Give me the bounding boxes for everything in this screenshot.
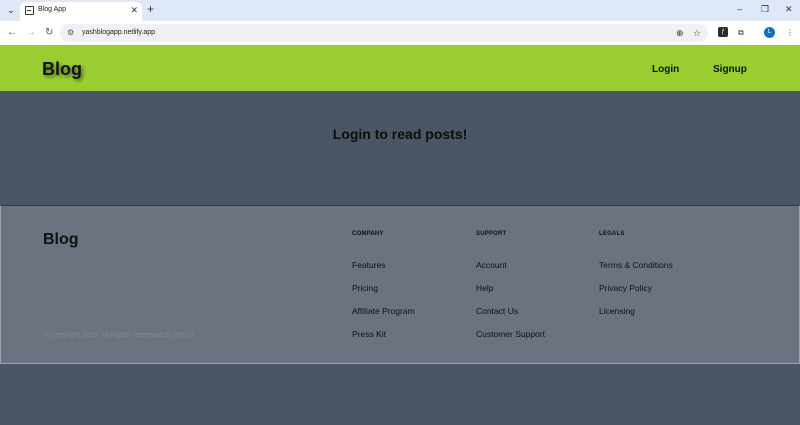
tab-search-icon[interactable]: ⌄ bbox=[4, 3, 18, 17]
main-content: Login to read posts! bbox=[0, 91, 800, 205]
back-icon[interactable]: ← bbox=[7, 26, 17, 40]
footer-link-pricing[interactable]: Pricing bbox=[352, 282, 482, 305]
footer-link-press-kit[interactable]: Press Kit bbox=[352, 328, 482, 351]
extension-icon[interactable]: ƒ bbox=[718, 27, 728, 37]
login-prompt: Login to read posts! bbox=[332, 126, 468, 142]
close-tab-icon[interactable]: ✕ bbox=[130, 5, 138, 15]
footer-link-help[interactable]: Help bbox=[476, 282, 606, 305]
footer-link-features[interactable]: Features bbox=[352, 259, 482, 282]
tab-title: Blog App bbox=[38, 6, 67, 13]
new-tab-icon[interactable]: + bbox=[147, 2, 154, 17]
minimize-icon[interactable]: – bbox=[737, 3, 742, 15]
extensions-puzzle-icon[interactable]: ⧉ bbox=[738, 27, 744, 39]
bookmark-star-icon[interactable]: ☆ bbox=[693, 27, 701, 39]
column-heading: LEGALS bbox=[599, 231, 625, 237]
column-heading: COMPANY bbox=[352, 231, 384, 237]
browser-toolbar: ← → ↻ ⚙ yashblogapp.netlify.app ⊕ ☆ bbox=[0, 21, 800, 45]
footer-link-privacy-policy[interactable]: Privacy Policy bbox=[599, 282, 729, 305]
browser-menu-icon[interactable]: ⋮ bbox=[786, 27, 794, 39]
footer-link-contact-us[interactable]: Contact Us bbox=[476, 305, 606, 328]
browser-tab-strip: ⌄ Blog App ✕ + – ❐ ✕ bbox=[0, 0, 800, 21]
site-navbar: Blog Login Signup bbox=[0, 45, 800, 91]
footer-link-account[interactable]: Account bbox=[476, 259, 606, 282]
address-bar[interactable]: ⚙ yashblogapp.netlify.app ⊕ ☆ bbox=[60, 24, 708, 42]
footer-logo: Blog bbox=[43, 231, 79, 248]
column-heading: SUPPORT bbox=[476, 231, 507, 237]
footer-column-company: COMPANY Features Pricing Affiliate Progr… bbox=[352, 230, 482, 351]
login-link[interactable]: Login bbox=[652, 64, 679, 76]
site-logo[interactable]: Blog bbox=[42, 59, 82, 79]
zoom-icon[interactable]: ⊕ bbox=[676, 27, 684, 39]
restore-icon[interactable]: ❐ bbox=[761, 3, 769, 15]
favicon-icon bbox=[25, 6, 34, 15]
footer-link-terms[interactable]: Terms & Conditions bbox=[599, 259, 729, 282]
forward-icon[interactable]: → bbox=[26, 26, 36, 40]
footer-column-support: SUPPORT Account Help Contact Us Customer… bbox=[476, 230, 606, 351]
url-text[interactable]: yashblogapp.netlify.app bbox=[82, 28, 155, 38]
footer-column-legals: LEGALS Terms & Conditions Privacy Policy… bbox=[599, 230, 729, 328]
footer-link-licensing[interactable]: Licensing bbox=[599, 305, 729, 328]
footer-link-customer-support[interactable]: Customer Support bbox=[476, 328, 606, 351]
site-info-icon[interactable]: ⚙ bbox=[67, 27, 74, 39]
footer-link-affiliate-program[interactable]: Affiliate Program bbox=[352, 305, 482, 328]
profile-avatar[interactable]: L bbox=[764, 27, 775, 38]
signup-link[interactable]: Signup bbox=[713, 64, 747, 76]
page-background bbox=[0, 364, 800, 425]
window-close-icon[interactable]: ✕ bbox=[785, 3, 793, 15]
copyright-text: © Copyright 2023. All Rights Reserved by… bbox=[43, 332, 196, 339]
browser-tab[interactable]: Blog App ✕ bbox=[20, 2, 142, 21]
reload-icon[interactable]: ↻ bbox=[45, 26, 53, 40]
site-footer: Blog © Copyright 2023. All Rights Reserv… bbox=[0, 205, 800, 364]
